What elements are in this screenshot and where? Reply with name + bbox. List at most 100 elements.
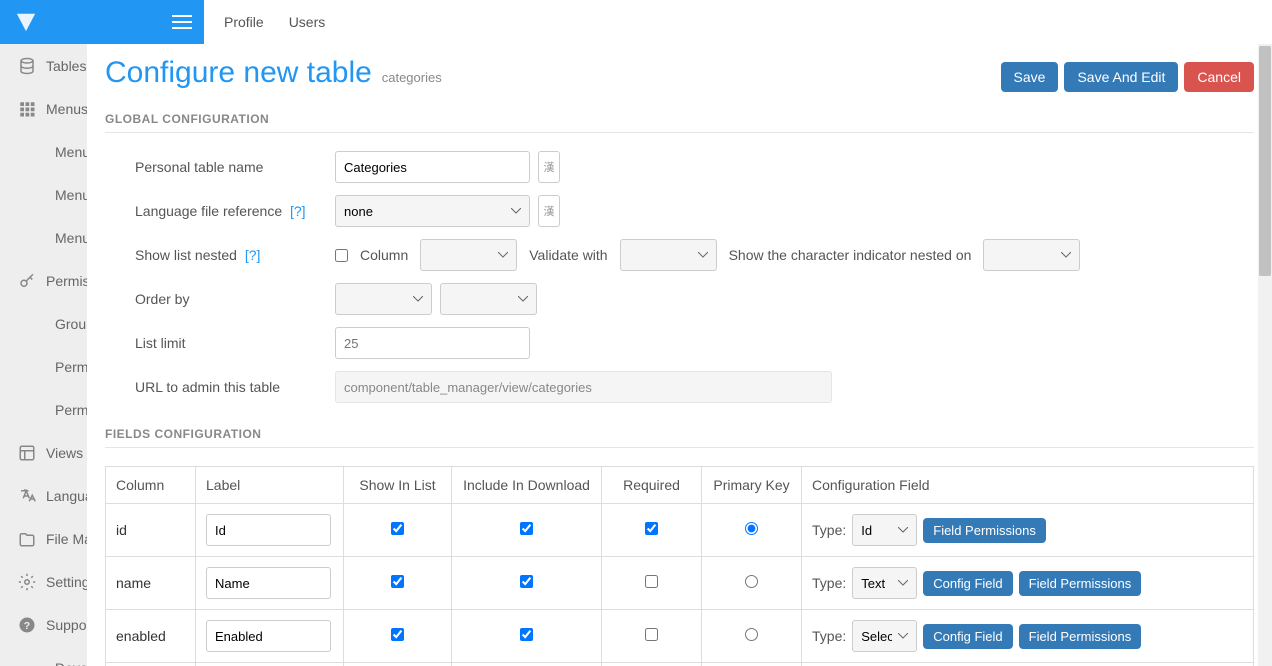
- field-label-input[interactable]: [206, 514, 331, 546]
- col-header-config: Configuration Field: [802, 467, 1254, 504]
- col-header-required: Required: [602, 467, 702, 504]
- svg-text:?: ?: [24, 619, 30, 631]
- field-pk-radio[interactable]: [745, 522, 758, 535]
- sidebar-item-label: Support: [46, 617, 87, 633]
- field-inc-checkbox[interactable]: [520, 575, 533, 588]
- sidebar-item-menus[interactable]: Menus: [0, 87, 87, 130]
- save-and-edit-button[interactable]: Save And Edit: [1064, 62, 1178, 92]
- sidebar-item-permissions[interactable]: Permissions: [0, 345, 87, 388]
- sidebar-item-menu[interactable]: Menu: [0, 130, 87, 173]
- field-permissions-button[interactable]: Field Permissions: [1019, 624, 1142, 649]
- field-label-input[interactable]: [206, 567, 331, 599]
- field-inc-checkbox[interactable]: [520, 522, 533, 535]
- help-icon[interactable]: [?]: [245, 247, 261, 263]
- hamburger-menu[interactable]: [160, 0, 204, 44]
- fields-table: Column Label Show In List Include In Dow…: [105, 466, 1254, 666]
- field-show-checkbox[interactable]: [391, 522, 404, 535]
- scrollbar[interactable]: [1258, 44, 1272, 666]
- field-inc-checkbox[interactable]: [520, 628, 533, 641]
- field-show-checkbox[interactable]: [391, 575, 404, 588]
- col-header-pk: Primary Key: [702, 467, 802, 504]
- sidebar-item-label: Permissions: [46, 273, 87, 289]
- field-permissions-button[interactable]: Field Permissions: [1019, 571, 1142, 596]
- personal-table-name-input[interactable]: [335, 151, 530, 183]
- sidebar-item-groups[interactable]: Groups: [0, 302, 87, 345]
- field-permissions-button[interactable]: Field Permissions: [923, 518, 1046, 543]
- order-by-label: Order by: [105, 291, 335, 307]
- field-column-name: id: [106, 504, 196, 557]
- sidebar-item-developer[interactable]: Developer: [0, 646, 87, 666]
- type-label: Type:: [812, 628, 846, 644]
- col-header-label: Label: [196, 467, 344, 504]
- list-limit-input[interactable]: [335, 327, 530, 359]
- field-show-checkbox[interactable]: [391, 628, 404, 641]
- cancel-button[interactable]: Cancel: [1184, 62, 1254, 92]
- lang-icon-button-2[interactable]: 漢: [538, 195, 560, 227]
- topbar-profile[interactable]: Profile: [224, 14, 264, 30]
- field-label-input[interactable]: [206, 620, 331, 652]
- field-pk-radio[interactable]: [745, 628, 758, 641]
- field-column-name: name: [106, 557, 196, 610]
- config-field-button[interactable]: Config Field: [923, 624, 1012, 649]
- field-req-checkbox[interactable]: [645, 522, 658, 535]
- help-icon[interactable]: [?]: [290, 203, 306, 219]
- show-list-nested-label: Show list nested: [135, 247, 237, 263]
- sidebar-item-label: Menu: [55, 230, 87, 246]
- database-icon: [18, 57, 36, 75]
- sidebar-item-permissions[interactable]: Permissions: [0, 388, 87, 431]
- sidebar-item-menu[interactable]: Menu: [0, 216, 87, 259]
- scrollbar-thumb[interactable]: [1259, 46, 1271, 276]
- char-indicator-select[interactable]: [983, 239, 1080, 271]
- help-icon: ?: [18, 616, 36, 634]
- field-pk-radio[interactable]: [745, 575, 758, 588]
- key-icon: [18, 272, 36, 290]
- table-row: nameType:TextConfig FieldField Permissio…: [106, 557, 1254, 610]
- field-req-checkbox[interactable]: [645, 628, 658, 641]
- sidebar-item-permissions[interactable]: Permissions: [0, 259, 87, 302]
- topbar-users[interactable]: Users: [289, 14, 326, 30]
- sidebar-item-file-manager[interactable]: File Manager: [0, 517, 87, 560]
- field-type-select[interactable]: Select: [852, 620, 917, 652]
- field-type-select[interactable]: Text: [852, 567, 917, 599]
- layout-icon: [18, 444, 36, 462]
- list-limit-label: List limit: [105, 335, 335, 351]
- field-req-checkbox[interactable]: [645, 575, 658, 588]
- app-logo[interactable]: [0, 0, 160, 44]
- sidebar-item-language[interactable]: Language: [0, 474, 87, 517]
- fields-config-heading: FIELDS CONFIGURATION: [105, 427, 1254, 448]
- save-button[interactable]: Save: [1001, 62, 1059, 92]
- sidebar-item-menu[interactable]: Menu: [0, 173, 87, 216]
- hamburger-icon: [172, 15, 192, 29]
- type-label: Type:: [812, 522, 846, 538]
- page-subtitle: categories: [382, 70, 442, 85]
- personal-table-name-label: Personal table name: [105, 159, 335, 175]
- page-title: Configure new table: [105, 56, 372, 89]
- validate-with-label: Validate with: [529, 247, 607, 263]
- field-column-name: enabled: [106, 610, 196, 663]
- language-file-ref-select[interactable]: none: [335, 195, 530, 227]
- sidebar-item-views[interactable]: Views: [0, 431, 87, 474]
- sidebar-item-tables[interactable]: Tables: [0, 44, 87, 87]
- lang-icon: [18, 487, 36, 505]
- sidebar-item-label: File Manager: [46, 531, 87, 547]
- order-by-dir-select[interactable]: [440, 283, 537, 315]
- sidebar-item-label: Language: [46, 488, 87, 504]
- url-admin-label: URL to admin this table: [105, 379, 335, 395]
- url-admin-readonly: component/table_manager/view/categories: [335, 371, 832, 403]
- sidebar-item-support[interactable]: ? Support: [0, 603, 87, 646]
- column-label: Column: [360, 247, 408, 263]
- sidebar-item-label: Settings: [46, 574, 87, 590]
- col-header-column: Column: [106, 467, 196, 504]
- sidebar-item-settings[interactable]: Settings: [0, 560, 87, 603]
- language-file-ref-label: Language file reference: [135, 203, 282, 219]
- show-char-indicator-label: Show the character indicator nested on: [729, 247, 972, 263]
- show-list-nested-checkbox[interactable]: [335, 249, 348, 262]
- folder-icon: [18, 530, 36, 548]
- sidebar-item-label: Developer: [55, 660, 87, 666]
- config-field-button[interactable]: Config Field: [923, 571, 1012, 596]
- validate-with-select[interactable]: [620, 239, 717, 271]
- field-type-select[interactable]: Id: [852, 514, 917, 546]
- lang-icon-button[interactable]: 漢: [538, 151, 560, 183]
- column-select[interactable]: [420, 239, 517, 271]
- order-by-field-select[interactable]: [335, 283, 432, 315]
